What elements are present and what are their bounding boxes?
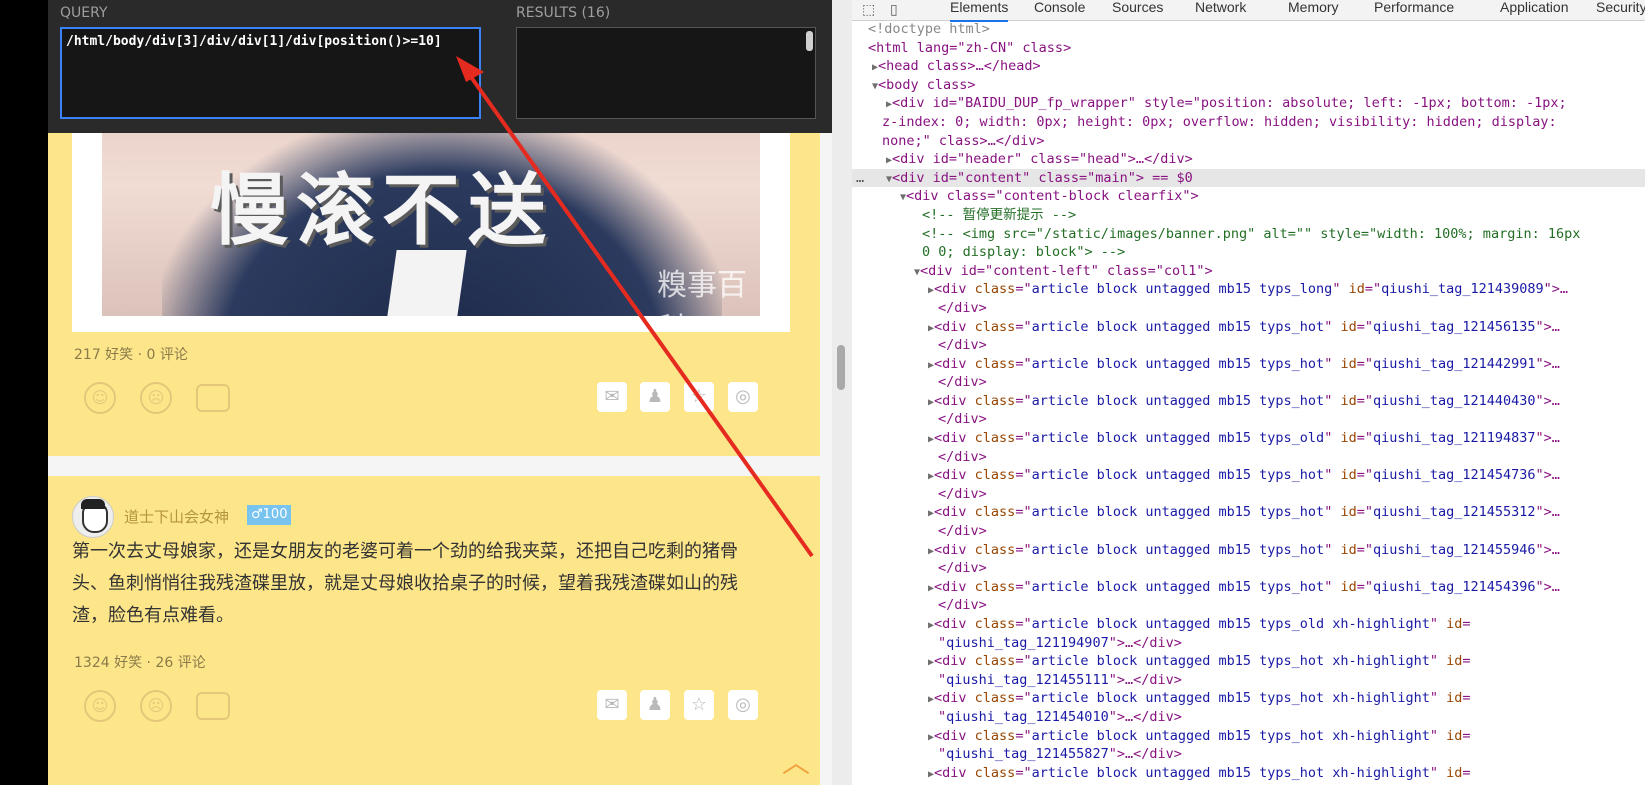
smile-icon[interactable]: ☺ [84, 690, 116, 722]
tree-line[interactable]: ▼<body class> [852, 76, 1645, 95]
wechat-icon[interactable]: ✉ [597, 382, 627, 412]
tree-article-line[interactable]: ▶<div class="article block untagged mb15… [852, 764, 1645, 783]
tree-article-line[interactable]: ▶<div class="article block untagged mb15… [852, 578, 1645, 597]
star-icon[interactable]: ☆ [684, 382, 714, 412]
tree-article-id: "qiushi_tag_121455111">…</div> [938, 671, 1182, 688]
article-card: 道士下山会女神 ♂100 第一次去丈母娘家，还是女朋友的老婆可着一个劲的给我夹菜… [48, 476, 820, 785]
tree-close-tag: </div> [938, 411, 987, 428]
tree-line: z-index: 0; width: 0px; height: 0px; ove… [882, 113, 1557, 130]
qq-icon[interactable]: ♟ [640, 690, 670, 720]
tree-article-line[interactable]: ▶<div class="article block untagged mb15… [852, 615, 1645, 634]
xpath-helper-bar: QUERY RESULTS (16) /html/body/div[3]/div… [48, 0, 834, 133]
inspect-element-icon[interactable]: ⬚ [862, 1, 875, 18]
tree-article-line[interactable]: ▶<div class="article block untagged mb15… [852, 280, 1645, 299]
tree-close-tag: </div> [938, 485, 987, 502]
tree-close-tag: </div> [938, 337, 987, 354]
tree-line[interactable]: ▼<div class="content-block clearfix"> [852, 187, 1645, 206]
results-box[interactable] [516, 27, 816, 119]
query-label: QUERY [60, 5, 108, 21]
comment-icon[interactable] [196, 692, 230, 720]
weibo-icon[interactable]: ◎ [728, 382, 758, 412]
devtools-tabbar: ⬚ ▯ Elements Console Sources Network Mem… [852, 0, 1645, 22]
author-name[interactable]: 道士下山会女神 [124, 506, 229, 527]
tree-article-id: "qiushi_tag_121454010">…</div> [938, 708, 1182, 725]
avatar[interactable] [72, 496, 114, 538]
post-content[interactable]: 第一次去丈母娘家，还是女朋友的老婆可着一个劲的给我夹菜，还把自己吃剩的猪骨头、鱼… [72, 536, 762, 632]
results-scrollbar[interactable] [806, 31, 813, 51]
tree-line[interactable]: ▶<div id="header" class="head">…</div> [852, 150, 1645, 169]
tree-close-tag: </div> [938, 560, 987, 577]
smile-icon[interactable]: ☺ [84, 382, 116, 414]
tree-article-line[interactable]: ▶<div class="article block untagged mb15… [852, 392, 1645, 411]
results-label: RESULTS (16) [516, 5, 611, 21]
comment-icon[interactable] [196, 384, 230, 412]
tree-article-line[interactable]: ▶<div class="article block untagged mb15… [852, 689, 1645, 708]
tab-performance[interactable]: Performance [1374, 0, 1454, 20]
tab-network[interactable]: Network [1195, 0, 1246, 20]
tree-close-tag: </div> [938, 374, 987, 391]
tab-security[interactable]: Security [1596, 0, 1645, 20]
tree-article-line[interactable]: ▶<div class="article block untagged mb15… [852, 541, 1645, 560]
tree-article-line[interactable]: ▶<div class="article block untagged mb15… [852, 466, 1645, 485]
device-toolbar-icon[interactable]: ▯ [890, 1, 898, 18]
post-stats: 1324 好笑 · 26 评论 [74, 655, 206, 671]
tree-comment: <!-- <img src="/static/images/banner.png… [922, 225, 1581, 242]
tree-line: none;" class>…</div> [882, 132, 1045, 149]
gender-age-badge: ♂100 [247, 505, 292, 525]
tree-line[interactable]: ▶<head class>…</head> [852, 57, 1645, 76]
query-input[interactable]: /html/body/div[3]/div/div[1]/div[positio… [60, 27, 481, 119]
elements-tree: <!doctype html> <html lang="zh-CN" class… [852, 20, 1645, 785]
page-scrollbar-thumb[interactable] [837, 345, 845, 390]
sad-icon[interactable]: ☹ [140, 382, 172, 414]
tree-comment: <!-- 暂停更新提示 --> [922, 206, 1077, 223]
post-stats: 217 好笑 · 0 评论 [74, 347, 188, 363]
tree-article-line[interactable]: ▶<div class="article block untagged mb15… [852, 318, 1645, 337]
tree-line: <!doctype html> [868, 21, 990, 37]
tree-line-selected[interactable]: … ▼<div id="content" class="main"> == $0 [852, 168, 1645, 188]
post-actions: ☺ ☹ ✉ ♟ ☆ ◎ [74, 382, 794, 418]
tab-memory[interactable]: Memory [1288, 0, 1339, 20]
panel-divider[interactable] [832, 0, 853, 785]
star-icon[interactable]: ☆ [684, 690, 714, 720]
tree-close-tag: </div> [938, 448, 987, 465]
tree-line[interactable]: ▶<div id="BAIDU_DUP_fp_wrapper" style="p… [852, 94, 1645, 113]
tab-elements[interactable]: Elements [950, 0, 1009, 22]
devtools-panel: ⬚ ▯ Elements Console Sources Network Mem… [852, 0, 1645, 785]
tree-line[interactable]: ▼<div id="content-left" class="col1"> [852, 262, 1645, 281]
image-watermark: 糗事百科 [657, 268, 747, 316]
tab-application[interactable]: Application [1500, 0, 1569, 20]
weibo-icon[interactable]: ◎ [728, 690, 758, 720]
tree-comment: 0 0; display: block"> --> [922, 244, 1126, 261]
sad-icon[interactable]: ☹ [140, 690, 172, 722]
tree-close-tag: </div> [938, 299, 987, 316]
tree-line[interactable]: <html lang="zh-CN" class> [852, 39, 1645, 58]
wechat-icon[interactable]: ✉ [597, 690, 627, 720]
tree-close-tag: </div> [938, 597, 987, 614]
tab-sources[interactable]: Sources [1112, 0, 1163, 20]
tree-article-line[interactable]: ▶<div class="article block untagged mb15… [852, 727, 1645, 746]
article-list: ▶<div class="article block untagged mb15… [852, 280, 1645, 785]
back-to-top-icon[interactable]: ︿ [775, 740, 817, 785]
image-caption: 慢滚不送 [210, 166, 555, 256]
tree-article-line[interactable]: ▶<div class="article block untagged mb15… [852, 652, 1645, 671]
tree-article-id: "qiushi_tag_121194907">…</div> [938, 634, 1182, 651]
tree-article-id: "qiushi_tag_121455827">…</div> [938, 746, 1182, 763]
tree-article-line[interactable]: ▶<div class="article block untagged mb15… [852, 429, 1645, 448]
tree-close-tag: </div> [938, 523, 987, 540]
window-edge [0, 0, 48, 785]
tree-article-line[interactable]: ▶<div class="article block untagged mb15… [852, 355, 1645, 374]
more-options-icon[interactable]: … [856, 169, 864, 188]
tab-console[interactable]: Console [1034, 0, 1085, 20]
post-image[interactable]: 慢滚不送 糗事百科 [72, 100, 790, 332]
qq-icon[interactable]: ♟ [640, 382, 670, 412]
post-actions: ☺ ☹ ✉ ♟ ☆ ◎ [74, 690, 794, 726]
tree-article-line[interactable]: ▶<div class="article block untagged mb15… [852, 503, 1645, 522]
